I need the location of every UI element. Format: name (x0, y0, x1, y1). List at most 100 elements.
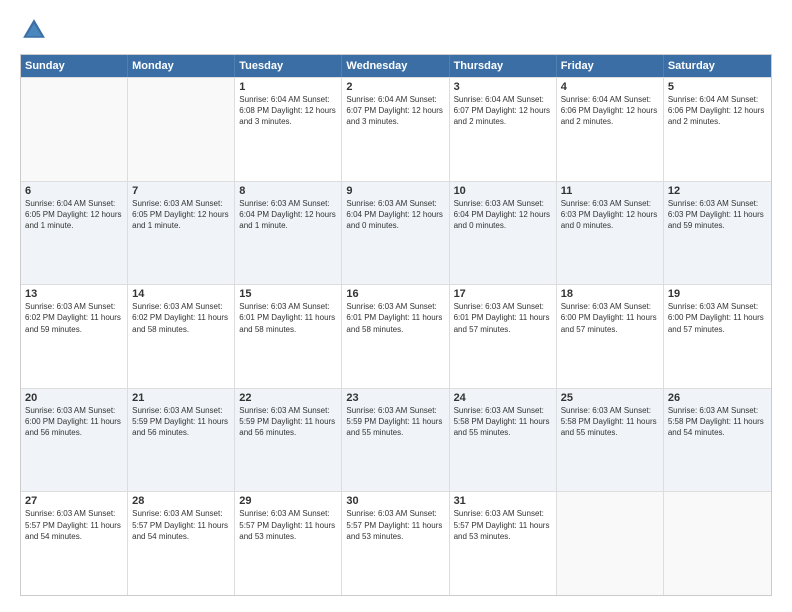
day-number: 22 (239, 392, 337, 404)
calendar-body: 1Sunrise: 6:04 AM Sunset: 6:08 PM Daylig… (21, 77, 771, 595)
day-number: 20 (25, 392, 123, 404)
calendar: SundayMondayTuesdayWednesdayThursdayFrid… (20, 54, 772, 596)
cal-cell-empty (128, 78, 235, 181)
day-number: 13 (25, 288, 123, 300)
calendar-header: SundayMondayTuesdayWednesdayThursdayFrid… (21, 55, 771, 77)
calendar-row-2: 13Sunrise: 6:03 AM Sunset: 6:02 PM Dayli… (21, 284, 771, 388)
weekday-header-tuesday: Tuesday (235, 55, 342, 77)
cal-cell-day-13: 13Sunrise: 6:03 AM Sunset: 6:02 PM Dayli… (21, 285, 128, 388)
cal-cell-day-1: 1Sunrise: 6:04 AM Sunset: 6:08 PM Daylig… (235, 78, 342, 181)
cell-daylight-text: Sunrise: 6:03 AM Sunset: 6:00 PM Dayligh… (561, 301, 659, 335)
day-number: 6 (25, 185, 123, 197)
cal-cell-day-16: 16Sunrise: 6:03 AM Sunset: 6:01 PM Dayli… (342, 285, 449, 388)
cell-daylight-text: Sunrise: 6:03 AM Sunset: 6:00 PM Dayligh… (668, 301, 767, 335)
header (20, 16, 772, 44)
weekday-header-friday: Friday (557, 55, 664, 77)
cell-daylight-text: Sunrise: 6:03 AM Sunset: 6:01 PM Dayligh… (239, 301, 337, 335)
day-number: 24 (454, 392, 552, 404)
day-number: 8 (239, 185, 337, 197)
cal-cell-day-26: 26Sunrise: 6:03 AM Sunset: 5:58 PM Dayli… (664, 389, 771, 492)
day-number: 11 (561, 185, 659, 197)
cal-cell-day-29: 29Sunrise: 6:03 AM Sunset: 5:57 PM Dayli… (235, 492, 342, 595)
cell-daylight-text: Sunrise: 6:04 AM Sunset: 6:05 PM Dayligh… (25, 198, 123, 232)
cal-cell-day-18: 18Sunrise: 6:03 AM Sunset: 6:00 PM Dayli… (557, 285, 664, 388)
cell-daylight-text: Sunrise: 6:03 AM Sunset: 5:57 PM Dayligh… (346, 508, 444, 542)
cell-daylight-text: Sunrise: 6:04 AM Sunset: 6:06 PM Dayligh… (668, 94, 767, 128)
day-number: 23 (346, 392, 444, 404)
cell-daylight-text: Sunrise: 6:04 AM Sunset: 6:08 PM Dayligh… (239, 94, 337, 128)
cell-daylight-text: Sunrise: 6:04 AM Sunset: 6:06 PM Dayligh… (561, 94, 659, 128)
calendar-row-1: 6Sunrise: 6:04 AM Sunset: 6:05 PM Daylig… (21, 181, 771, 285)
cell-daylight-text: Sunrise: 6:03 AM Sunset: 5:59 PM Dayligh… (132, 405, 230, 439)
day-number: 7 (132, 185, 230, 197)
cal-cell-day-24: 24Sunrise: 6:03 AM Sunset: 5:58 PM Dayli… (450, 389, 557, 492)
cell-daylight-text: Sunrise: 6:03 AM Sunset: 6:04 PM Dayligh… (346, 198, 444, 232)
day-number: 21 (132, 392, 230, 404)
cal-cell-day-10: 10Sunrise: 6:03 AM Sunset: 6:04 PM Dayli… (450, 182, 557, 285)
cal-cell-day-27: 27Sunrise: 6:03 AM Sunset: 5:57 PM Dayli… (21, 492, 128, 595)
cell-daylight-text: Sunrise: 6:03 AM Sunset: 6:04 PM Dayligh… (239, 198, 337, 232)
cell-daylight-text: Sunrise: 6:03 AM Sunset: 6:00 PM Dayligh… (25, 405, 123, 439)
cal-cell-day-4: 4Sunrise: 6:04 AM Sunset: 6:06 PM Daylig… (557, 78, 664, 181)
cell-daylight-text: Sunrise: 6:03 AM Sunset: 6:02 PM Dayligh… (25, 301, 123, 335)
cal-cell-day-14: 14Sunrise: 6:03 AM Sunset: 6:02 PM Dayli… (128, 285, 235, 388)
cell-daylight-text: Sunrise: 6:03 AM Sunset: 5:57 PM Dayligh… (239, 508, 337, 542)
day-number: 12 (668, 185, 767, 197)
day-number: 15 (239, 288, 337, 300)
cal-cell-day-25: 25Sunrise: 6:03 AM Sunset: 5:58 PM Dayli… (557, 389, 664, 492)
cal-cell-day-8: 8Sunrise: 6:03 AM Sunset: 6:04 PM Daylig… (235, 182, 342, 285)
cal-cell-day-3: 3Sunrise: 6:04 AM Sunset: 6:07 PM Daylig… (450, 78, 557, 181)
cal-cell-day-31: 31Sunrise: 6:03 AM Sunset: 5:57 PM Dayli… (450, 492, 557, 595)
cal-cell-day-28: 28Sunrise: 6:03 AM Sunset: 5:57 PM Dayli… (128, 492, 235, 595)
cell-daylight-text: Sunrise: 6:03 AM Sunset: 5:57 PM Dayligh… (132, 508, 230, 542)
cell-daylight-text: Sunrise: 6:03 AM Sunset: 5:58 PM Dayligh… (668, 405, 767, 439)
cell-daylight-text: Sunrise: 6:04 AM Sunset: 6:07 PM Dayligh… (346, 94, 444, 128)
day-number: 5 (668, 81, 767, 93)
cal-cell-day-6: 6Sunrise: 6:04 AM Sunset: 6:05 PM Daylig… (21, 182, 128, 285)
cell-daylight-text: Sunrise: 6:03 AM Sunset: 6:03 PM Dayligh… (668, 198, 767, 232)
cell-daylight-text: Sunrise: 6:03 AM Sunset: 5:59 PM Dayligh… (239, 405, 337, 439)
day-number: 9 (346, 185, 444, 197)
cal-cell-day-23: 23Sunrise: 6:03 AM Sunset: 5:59 PM Dayli… (342, 389, 449, 492)
cal-cell-day-11: 11Sunrise: 6:03 AM Sunset: 6:03 PM Dayli… (557, 182, 664, 285)
cal-cell-day-30: 30Sunrise: 6:03 AM Sunset: 5:57 PM Dayli… (342, 492, 449, 595)
calendar-row-3: 20Sunrise: 6:03 AM Sunset: 6:00 PM Dayli… (21, 388, 771, 492)
cell-daylight-text: Sunrise: 6:03 AM Sunset: 5:57 PM Dayligh… (454, 508, 552, 542)
day-number: 19 (668, 288, 767, 300)
cal-cell-empty (664, 492, 771, 595)
day-number: 17 (454, 288, 552, 300)
weekday-header-saturday: Saturday (664, 55, 771, 77)
cell-daylight-text: Sunrise: 6:03 AM Sunset: 6:03 PM Dayligh… (561, 198, 659, 232)
cell-daylight-text: Sunrise: 6:03 AM Sunset: 5:57 PM Dayligh… (25, 508, 123, 542)
cell-daylight-text: Sunrise: 6:03 AM Sunset: 5:58 PM Dayligh… (561, 405, 659, 439)
cell-daylight-text: Sunrise: 6:03 AM Sunset: 5:58 PM Dayligh… (454, 405, 552, 439)
day-number: 31 (454, 495, 552, 507)
cell-daylight-text: Sunrise: 6:03 AM Sunset: 6:02 PM Dayligh… (132, 301, 230, 335)
weekday-header-sunday: Sunday (21, 55, 128, 77)
logo (20, 16, 52, 44)
day-number: 30 (346, 495, 444, 507)
day-number: 14 (132, 288, 230, 300)
cell-daylight-text: Sunrise: 6:04 AM Sunset: 6:07 PM Dayligh… (454, 94, 552, 128)
cal-cell-day-17: 17Sunrise: 6:03 AM Sunset: 6:01 PM Dayli… (450, 285, 557, 388)
day-number: 25 (561, 392, 659, 404)
cal-cell-day-15: 15Sunrise: 6:03 AM Sunset: 6:01 PM Dayli… (235, 285, 342, 388)
calendar-row-0: 1Sunrise: 6:04 AM Sunset: 6:08 PM Daylig… (21, 77, 771, 181)
day-number: 27 (25, 495, 123, 507)
cell-daylight-text: Sunrise: 6:03 AM Sunset: 6:01 PM Dayligh… (346, 301, 444, 335)
day-number: 28 (132, 495, 230, 507)
cell-daylight-text: Sunrise: 6:03 AM Sunset: 6:01 PM Dayligh… (454, 301, 552, 335)
cal-cell-day-20: 20Sunrise: 6:03 AM Sunset: 6:00 PM Dayli… (21, 389, 128, 492)
day-number: 1 (239, 81, 337, 93)
day-number: 3 (454, 81, 552, 93)
cal-cell-day-2: 2Sunrise: 6:04 AM Sunset: 6:07 PM Daylig… (342, 78, 449, 181)
cal-cell-day-9: 9Sunrise: 6:03 AM Sunset: 6:04 PM Daylig… (342, 182, 449, 285)
cal-cell-empty (557, 492, 664, 595)
cal-cell-day-7: 7Sunrise: 6:03 AM Sunset: 6:05 PM Daylig… (128, 182, 235, 285)
cal-cell-day-12: 12Sunrise: 6:03 AM Sunset: 6:03 PM Dayli… (664, 182, 771, 285)
cal-cell-day-22: 22Sunrise: 6:03 AM Sunset: 5:59 PM Dayli… (235, 389, 342, 492)
cal-cell-empty (21, 78, 128, 181)
weekday-header-wednesday: Wednesday (342, 55, 449, 77)
cell-daylight-text: Sunrise: 6:03 AM Sunset: 6:05 PM Dayligh… (132, 198, 230, 232)
cal-cell-day-21: 21Sunrise: 6:03 AM Sunset: 5:59 PM Dayli… (128, 389, 235, 492)
